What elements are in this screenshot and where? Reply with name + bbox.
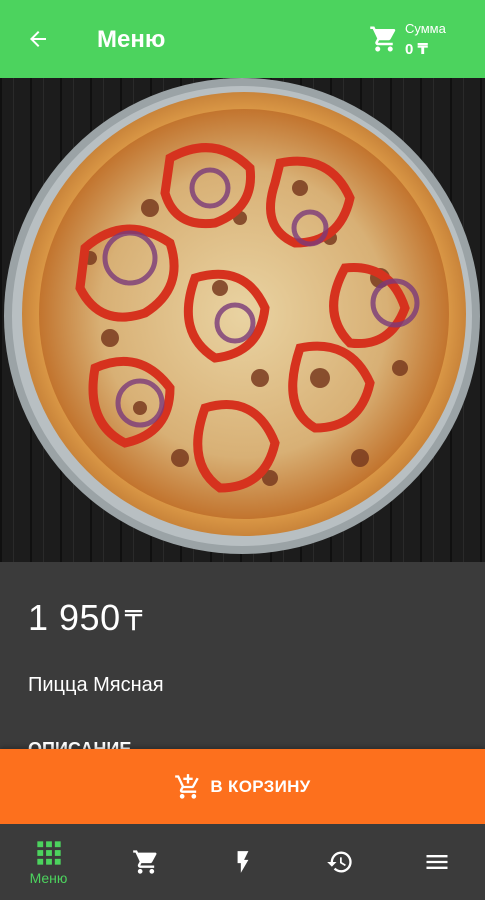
nav-item-cart[interactable] [97, 824, 194, 900]
price-currency: ₸ [124, 605, 143, 636]
sum-value: 0 ₸ [405, 41, 428, 58]
history-icon [326, 851, 352, 873]
app-bar: Меню Сумма 0 ₸ [0, 0, 485, 78]
sum-label: Сумма [405, 21, 446, 36]
product-price: 1 950 ₸ [28, 598, 143, 641]
product-name: Пицца Мясная [28, 674, 164, 696]
cart-icon [132, 850, 157, 874]
grid-icon [36, 840, 61, 865]
nav-item-history[interactable] [291, 824, 388, 900]
add-cart-icon [175, 773, 200, 799]
menu-icon [426, 855, 447, 869]
arrow-back-icon [30, 31, 46, 47]
price-value: 1 950 [28, 597, 121, 638]
back-button[interactable] [18, 21, 58, 57]
product-image [0, 78, 485, 562]
add-to-cart-button[interactable]: В КОРЗИНУ [0, 749, 485, 824]
bottom-nav: Меню [0, 824, 485, 900]
page-title: Меню [97, 26, 166, 53]
nav-item-promo[interactable] [194, 824, 291, 900]
lightning-icon [237, 851, 248, 873]
nav-label-menu: Меню [29, 869, 68, 886]
pizza-image [0, 78, 485, 562]
cart-sum-button[interactable]: Сумма 0 ₸ [369, 16, 469, 62]
cart-icon [370, 26, 396, 52]
nav-item-more[interactable] [388, 824, 485, 900]
add-to-cart-label: В КОРЗИНУ [210, 776, 311, 796]
nav-item-menu[interactable]: Меню [0, 824, 97, 900]
